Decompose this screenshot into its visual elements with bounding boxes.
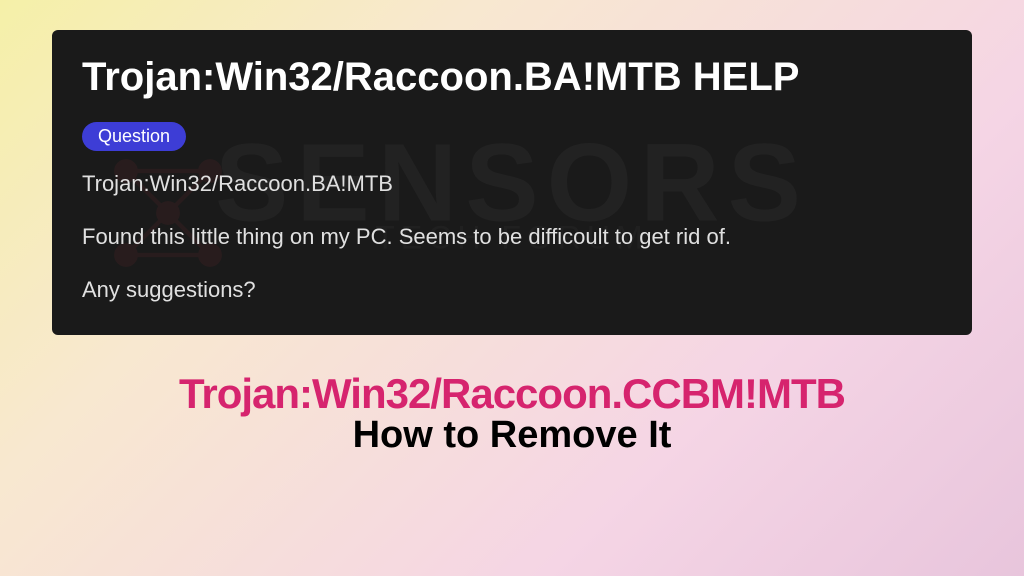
forum-line-1: Trojan:Win32/Raccoon.BA!MTB [82, 169, 942, 200]
forum-body: Trojan:Win32/Raccoon.BA!MTB Found this l… [82, 169, 942, 305]
forum-line-3: Any suggestions? [82, 275, 942, 306]
caption-main: Trojan:Win32/Raccoon.CCBM!MTB [179, 370, 845, 418]
forum-title: Trojan:Win32/Raccoon.BA!MTB HELP [82, 55, 942, 100]
question-badge: Question [82, 122, 186, 151]
caption-sub: How to Remove It [179, 414, 845, 457]
forum-line-2: Found this little thing on my PC. Seems … [82, 222, 942, 253]
article-caption: Trojan:Win32/Raccoon.CCBM!MTB How to Rem… [179, 370, 845, 457]
forum-post-panel: SENSORS TECH FORUM Trojan:Win32/Raccoon.… [52, 30, 972, 335]
